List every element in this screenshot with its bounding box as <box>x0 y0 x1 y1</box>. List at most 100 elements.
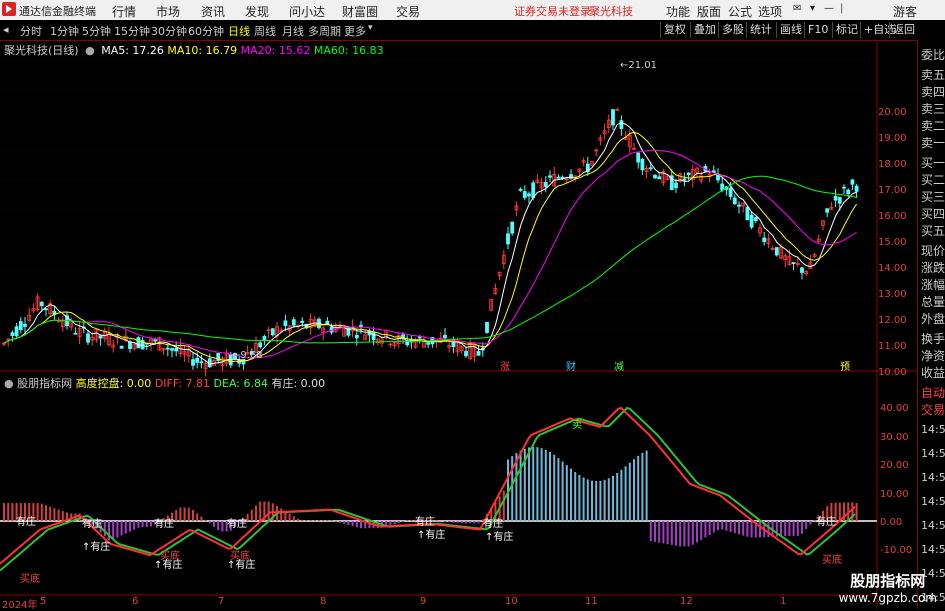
candle-body <box>619 120 624 129</box>
rp-zhangfu[interactable]: 涨幅 <box>921 276 945 293</box>
rp-shouyi[interactable]: 收益 <box>921 364 945 381</box>
rp-xianjia[interactable]: 现价 <box>921 242 945 259</box>
candle-body <box>170 348 174 351</box>
candle-body <box>518 188 523 191</box>
candle-body <box>39 301 44 307</box>
candle-body <box>405 341 410 346</box>
rp-jingzi[interactable]: 净资 <box>921 347 945 364</box>
youzhuang-label: 有庄 <box>16 517 36 528</box>
ind-y-tick: 30.00 <box>880 432 909 443</box>
watermark-url: www.7gpzb.com <box>838 591 937 605</box>
x-tick: 1 <box>780 596 787 607</box>
event-tag-jian[interactable]: 减 <box>614 358 624 373</box>
buy-bottom-label: 买底 <box>822 555 842 566</box>
candle-body <box>258 342 263 348</box>
candle-body <box>199 361 204 364</box>
candle-body <box>791 262 796 264</box>
candle-body <box>119 345 124 349</box>
ma20-line <box>3 149 857 359</box>
rp-zongliang[interactable]: 总量 <box>921 293 945 310</box>
dea-value: DEA: 6.84 <box>213 377 268 390</box>
x-tick: 12 <box>680 596 693 607</box>
x-axis: 2024年 5 6 7 8 9 10 11 12 1 <box>0 596 875 611</box>
candle-body <box>174 348 179 352</box>
kline-chart[interactable] <box>0 0 945 609</box>
candle-body <box>522 191 527 198</box>
candle-body <box>774 247 779 256</box>
rp-buy3[interactable]: 买三 <box>921 188 945 205</box>
candle-body <box>653 174 657 179</box>
candle-body <box>825 208 830 213</box>
candle-body <box>548 175 552 178</box>
candle-body <box>737 204 741 207</box>
candle-body <box>23 324 27 327</box>
candle-body <box>14 326 19 337</box>
rp-sell1[interactable]: 卖一 <box>921 134 945 151</box>
dea-line <box>0 406 856 572</box>
rp-time: 14:56 <box>921 423 945 436</box>
rp-buy5[interactable]: 买五 <box>921 222 945 239</box>
ind-y-tick: 40.00 <box>880 403 909 414</box>
youzhuang-arrow-label: ↑有庄 <box>82 542 111 553</box>
settings-icon[interactable]: ● <box>4 377 14 390</box>
watermark: 股朋指标网 www.7gpzb.com <box>839 570 937 605</box>
rp-sell5[interactable]: 卖五 <box>921 66 945 83</box>
rp-zhangdie[interactable]: 涨跌 <box>921 259 945 276</box>
rp-buy2[interactable]: 买二 <box>921 171 945 188</box>
rp-time: 14:56 <box>921 543 945 556</box>
y-tick: 13.00 <box>878 289 907 300</box>
rp-weibi[interactable]: 委比 <box>921 46 945 63</box>
candle-body <box>846 189 851 195</box>
y-tick: 20.00 <box>878 107 907 118</box>
rp-waipan[interactable]: 外盘 <box>921 310 945 327</box>
rp-sell2[interactable]: 卖二 <box>921 117 945 134</box>
rp-auto[interactable]: 自动 <box>921 384 945 401</box>
low-price-label: ←9.68 <box>232 350 263 361</box>
candle-body <box>191 359 195 366</box>
ind-y-tick: -10.00 <box>880 545 913 556</box>
youzhuang-label: 有庄 <box>816 517 836 528</box>
main-chart-title: 聚光科技(日线) ● MA5: 17.26 MA10: 16.79 MA20: … <box>4 42 384 58</box>
sell-label: 卖 <box>572 420 582 431</box>
candle-body <box>464 350 468 357</box>
rp-sell3[interactable]: 卖三 <box>921 100 945 117</box>
candle-body <box>753 217 758 222</box>
ma60-value: MA60: 16.83 <box>313 44 384 57</box>
ind-y-tick: 20.00 <box>880 460 909 471</box>
event-tag-zhang[interactable]: 涨 <box>500 358 510 373</box>
candle-body <box>73 332 78 335</box>
ma60-line <box>3 175 857 344</box>
candle-body <box>854 185 859 192</box>
candle-body <box>682 178 687 181</box>
buy-bottom-label: 买底 <box>230 551 250 562</box>
candle-body <box>800 267 804 273</box>
candle-body <box>476 351 481 356</box>
rp-buy1[interactable]: 买一 <box>921 154 945 171</box>
candle-body <box>44 308 48 311</box>
x-tick: 7 <box>218 596 225 607</box>
rp-buy4[interactable]: 买四 <box>921 205 945 222</box>
rp-huanshou[interactable]: 换手 <box>921 330 945 347</box>
candle-body <box>749 214 754 228</box>
candle-body <box>648 167 653 170</box>
candle-body <box>762 237 767 243</box>
x-tick: 9 <box>420 596 427 607</box>
youzhuang-label: 有庄 <box>82 519 102 530</box>
y-tick: 15.00 <box>878 237 907 248</box>
rp-trade[interactable]: 交易 <box>921 401 945 418</box>
candle-body <box>359 324 363 328</box>
x-tick: 11 <box>585 596 598 607</box>
candle-body <box>165 347 170 350</box>
candle-body <box>640 158 645 171</box>
event-tag-cai[interactable]: 财 <box>566 358 576 373</box>
y-tick: 17.00 <box>878 185 907 196</box>
rp-time: 14:56 <box>921 495 945 508</box>
settings-icon[interactable]: ● <box>85 44 95 57</box>
event-tag-yu[interactable]: 预 <box>840 358 850 373</box>
buy-bottom-label: 买底 <box>160 551 180 562</box>
candle-body <box>837 197 842 204</box>
rp-sell4[interactable]: 卖四 <box>921 83 945 100</box>
youzhuang-label: 有庄 <box>425 530 446 541</box>
candle-body <box>611 109 615 126</box>
x-tick: 6 <box>132 596 139 607</box>
